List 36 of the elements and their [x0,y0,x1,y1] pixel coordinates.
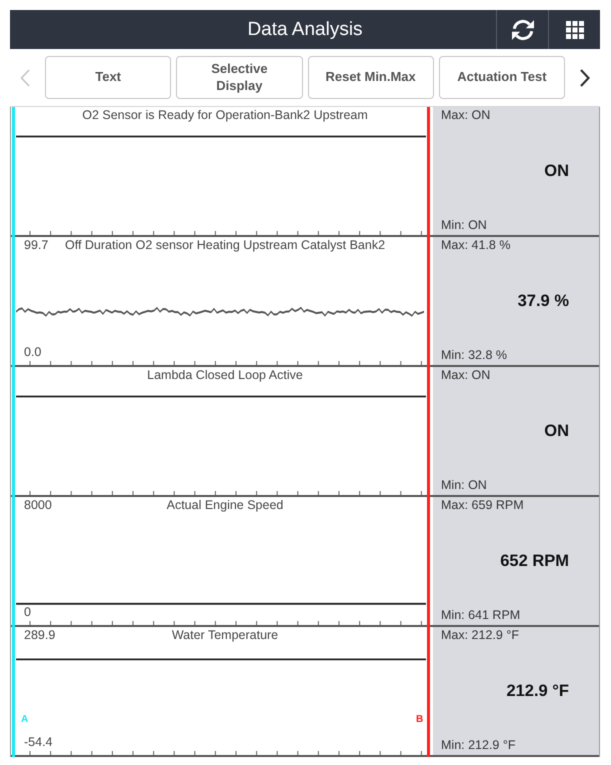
grid-icon [566,20,584,38]
sensor-name: Water Temperature [172,628,278,643]
max-reading: Max: ON [441,368,490,383]
max-reading: Max: 659 RPM [441,498,524,513]
sensor-name: O2 Sensor is Ready for Operation-Bank2 Upstream [82,108,368,123]
max-reading: Max: ON [441,108,490,123]
y-max-label: 289.9 [24,628,56,643]
refresh-icon [512,18,534,40]
current-value: 37.9 % [518,290,569,310]
min-reading: Min: 32.8 % [441,348,508,363]
toolbar-button[interactable]: Reset Min.Max [308,56,434,99]
toolbar-button[interactable]: Selective Display [176,56,302,99]
min-reading: Min: 212.9 °F [441,738,516,753]
current-value: 652 RPM [500,550,569,570]
chevron-right-icon[interactable] [580,68,590,86]
toolbar-button[interactable]: Actuation Test [438,56,565,99]
toolbar-button[interactable]: Text [45,56,172,99]
y-max-label: 99.7 [24,238,48,253]
max-reading: Max: 41.8 % [441,238,510,253]
y-min-label: 0.0 [24,345,42,360]
cursor-label: B [416,714,424,726]
y-min-label: 0 [24,605,31,620]
max-reading: Max: 212.9 °F [441,628,519,643]
y-min-label: -54.4 [24,735,52,750]
screen-title: Data Analysis [246,18,364,42]
sensor-name: Actual Engine Speed [166,498,284,513]
current-value: ON [544,420,569,440]
current-value: ON [544,160,569,180]
min-reading: Min: ON [441,218,487,233]
cursor-label: A [21,714,28,726]
sensor-name: Lambda Closed Loop Active [147,368,303,383]
sensor-name: Off Duration O2 sensor Heating Upstream Catalyst Bank2 [64,238,386,253]
y-max-label: 8000 [24,498,52,513]
min-reading: Min: ON [441,478,487,493]
current-value: 212.9 °F [506,680,569,700]
min-reading: Min: 641 RPM [441,608,520,623]
